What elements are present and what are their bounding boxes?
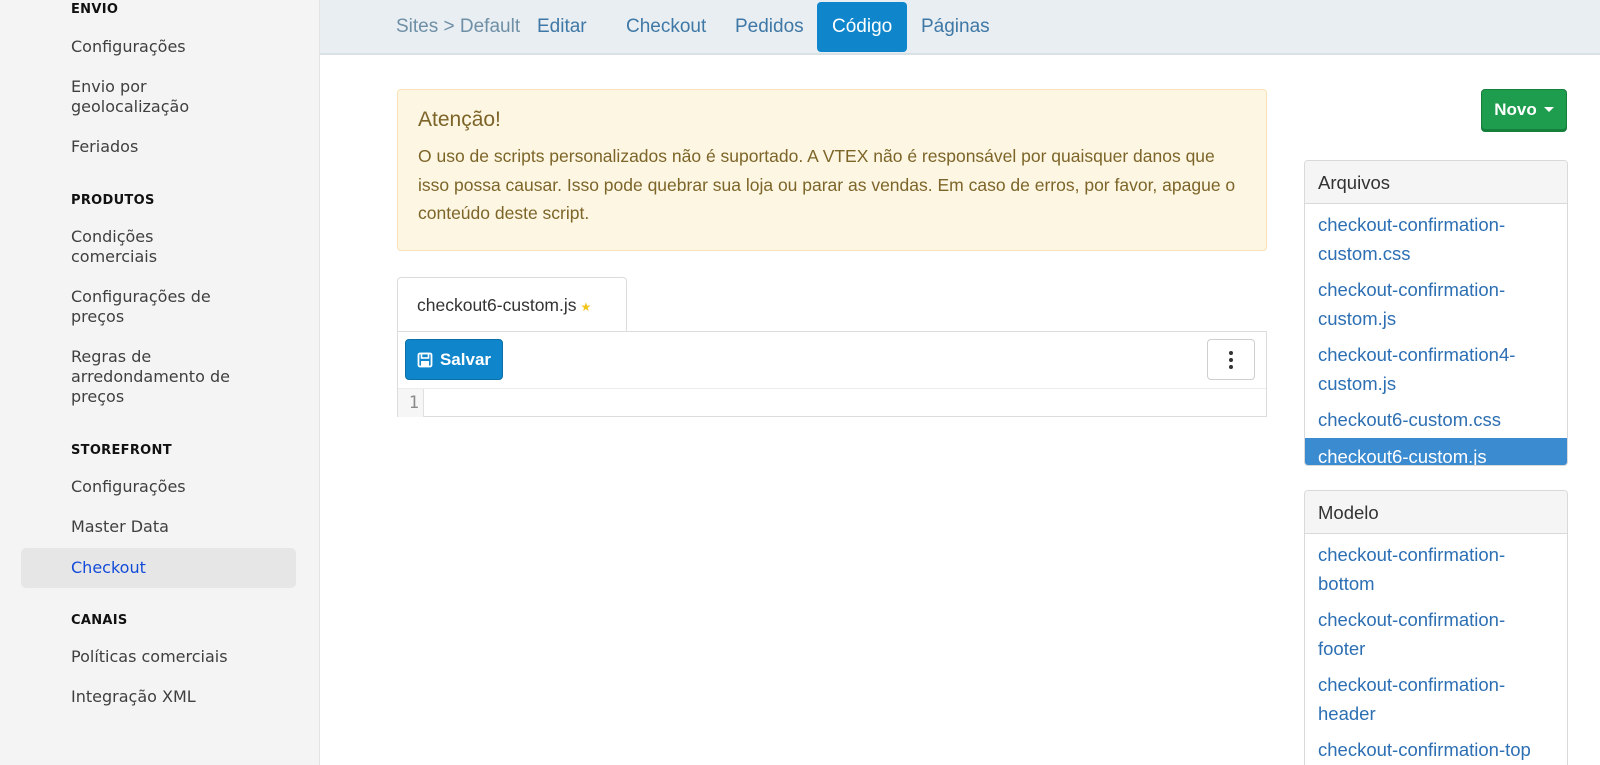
section-heading-produtos: PRODUTOS [71, 193, 155, 208]
sidebar-item-condicoes-comerciais[interactable]: Condições comerciais [21, 227, 296, 267]
sidebar-item-configuracoes-storefront[interactable]: Configurações [21, 477, 296, 497]
sidebar: ENVIO Configurações Envio por geolocaliz… [0, 0, 320, 765]
caret-down-icon [1543, 107, 1554, 112]
templates-panel: Modelo checkout-confirmation- bottom che… [1304, 490, 1568, 765]
file-item-checkout-confirmation-custom-js[interactable]: checkout-confirmation- custom.js [1305, 271, 1567, 336]
sidebar-item-regras-arredondamento[interactable]: Regras de arredondamento de preços [21, 347, 296, 407]
warning-text: O uso de scripts personalizados não é su… [418, 146, 1236, 223]
modified-indicator-icon: ★ [580, 300, 592, 314]
sidebar-item-envio-geolocalizacao[interactable]: Envio por geolocalização [21, 77, 296, 117]
vertical-ellipsis-icon [1229, 350, 1233, 355]
save-button[interactable]: Salvar [405, 339, 503, 380]
template-item-confirmation-top[interactable]: checkout-confirmation-top [1305, 731, 1567, 765]
files-panel-heading: Arquivos [1305, 161, 1567, 204]
file-item-checkout-confirmation4-custom-js[interactable]: checkout-confirmation4- custom.js [1305, 336, 1567, 401]
tab-checkout[interactable]: Checkout [611, 2, 721, 52]
sidebar-item-politicas-comerciais[interactable]: Políticas comerciais [21, 647, 296, 667]
floppy-disk-icon [417, 352, 433, 367]
file-tab-label: checkout6-custom.js [417, 295, 577, 315]
tab-codigo[interactable]: Código [817, 2, 908, 52]
warning-alert: Atenção! O uso de scripts personalizados… [397, 89, 1267, 251]
more-options-button[interactable] [1207, 339, 1255, 380]
tab-paginas[interactable]: Páginas [906, 2, 1005, 52]
template-item-confirmation-bottom[interactable]: checkout-confirmation- bottom [1305, 536, 1567, 601]
file-tab[interactable]: checkout6-custom.js ★ [397, 277, 627, 333]
file-item-checkout6-custom-css[interactable]: checkout6-custom.css [1305, 401, 1567, 438]
tab-editar[interactable]: Editar [522, 2, 602, 52]
sidebar-item-feriados[interactable]: Feriados [21, 137, 296, 157]
new-button[interactable]: Novo [1481, 89, 1567, 130]
sidebar-item-checkout[interactable]: Checkout [21, 548, 296, 588]
sidebar-item-master-data[interactable]: Master Data [21, 517, 296, 537]
template-item-confirmation-footer[interactable]: checkout-confirmation- footer [1305, 601, 1567, 666]
section-heading-storefront: STOREFRONT [71, 443, 172, 458]
section-heading-canais: CANAIS [71, 613, 128, 628]
sidebar-item-integracao-xml[interactable]: Integração XML [21, 687, 296, 707]
warning-title: Atenção! [418, 108, 501, 131]
files-panel: Arquivos checkout-confirmation- custom.c… [1304, 160, 1568, 466]
top-navigation: Sites > Default Editar Checkout Pedidos … [320, 0, 1600, 55]
templates-panel-heading: Modelo [1305, 491, 1567, 534]
template-item-confirmation-header[interactable]: checkout-confirmation- header [1305, 666, 1567, 731]
file-item-checkout6-custom-js[interactable]: checkout6-custom.js [1305, 437, 1567, 465]
file-item-checkout-confirmation-custom-css[interactable]: checkout-confirmation- custom.css [1305, 206, 1567, 271]
code-input[interactable]: 1 [398, 388, 1266, 417]
line-number: 1 [398, 389, 424, 417]
save-button-label: Salvar [439, 349, 492, 369]
section-heading-envio: ENVIO [71, 2, 119, 17]
code-editor: Salvar 1 [397, 331, 1267, 417]
new-button-label: Novo [1494, 99, 1537, 119]
sidebar-item-configuracoes-envio[interactable]: Configurações [21, 36, 296, 58]
sidebar-item-configuracoes-precos[interactable]: Configurações de preços [21, 287, 296, 327]
tab-pedidos[interactable]: Pedidos [720, 2, 819, 52]
breadcrumb[interactable]: Sites > Default [396, 16, 520, 38]
